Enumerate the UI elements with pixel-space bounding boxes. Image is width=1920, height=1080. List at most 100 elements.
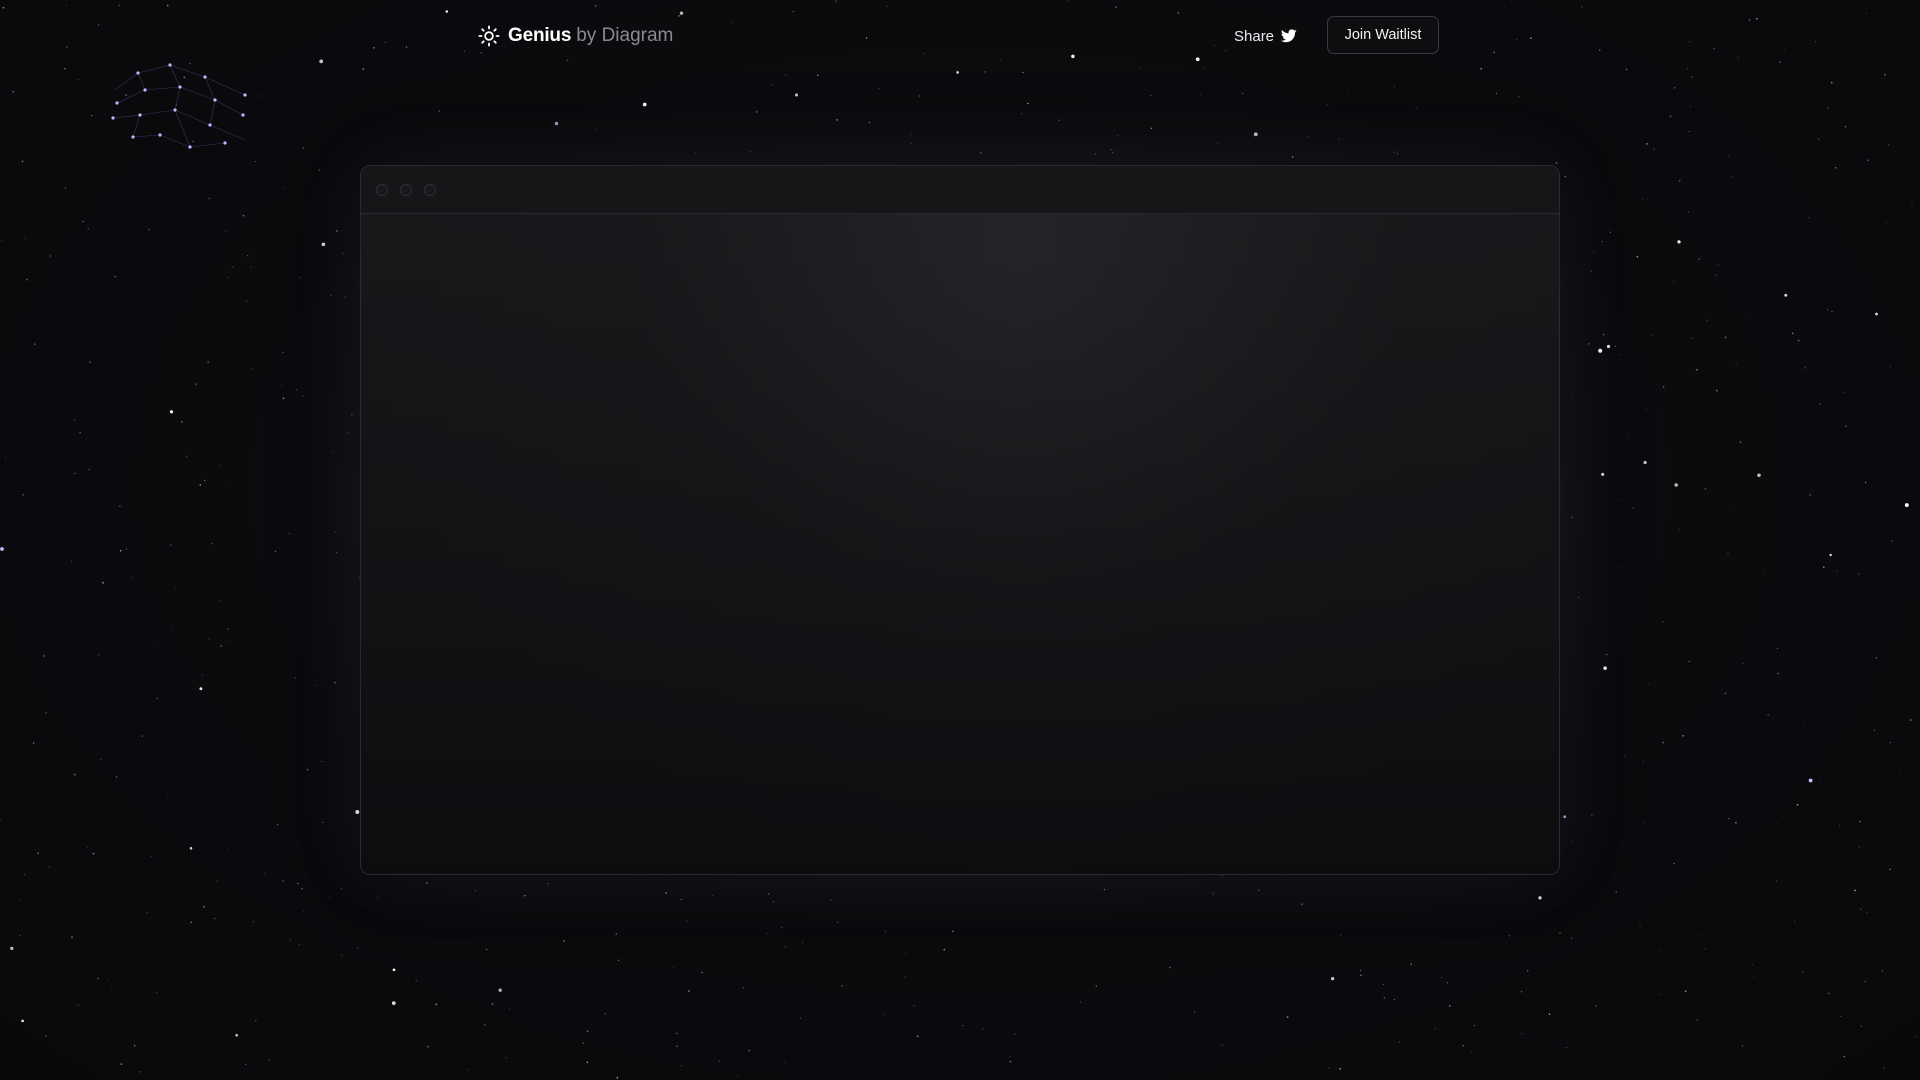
star: [1843, 1055, 1846, 1058]
star: [1915, 1036, 1917, 1038]
star: [1715, 389, 1718, 392]
star: [1674, 483, 1678, 487]
star: [1084, 907, 1086, 909]
star: [151, 855, 153, 857]
star: [904, 976, 906, 978]
star: [199, 687, 203, 691]
star: [321, 242, 326, 247]
share-twitter-link[interactable]: Share: [1234, 24, 1297, 48]
star: [1620, 354, 1622, 356]
star: [801, 941, 804, 944]
star: [295, 388, 298, 391]
star: [1103, 889, 1105, 891]
star: [1009, 1056, 1011, 1058]
window-minimize-button[interactable]: [400, 183, 412, 196]
join-waitlist-button[interactable]: Join Waitlist: [1327, 16, 1439, 54]
star: [505, 1056, 507, 1059]
star: [264, 872, 266, 875]
star: [1860, 1025, 1862, 1027]
star: [1802, 722, 1804, 724]
star: [306, 768, 309, 771]
star: [1784, 293, 1788, 297]
star: [1823, 566, 1825, 568]
star: [1860, 908, 1862, 910]
star: [1110, 148, 1112, 150]
star: [1891, 540, 1893, 542]
star: [282, 351, 284, 354]
star: [1782, 815, 1784, 817]
star: [214, 917, 216, 920]
star: [1646, 409, 1648, 411]
star: [1704, 488, 1707, 490]
star: [225, 483, 227, 485]
star: [426, 882, 428, 885]
star: [336, 230, 338, 232]
brand-logo-link[interactable]: Genius by Diagram: [478, 22, 673, 50]
star: [882, 1013, 884, 1016]
window-maximize-button[interactable]: [424, 183, 436, 196]
star: [282, 880, 285, 882]
star: [1889, 741, 1892, 744]
star: [317, 543, 319, 545]
star: [1741, 1045, 1744, 1047]
star: [1410, 963, 1412, 966]
star: [1508, 935, 1511, 937]
star: [1058, 119, 1060, 121]
star: [322, 579, 324, 581]
star: [680, 1065, 682, 1067]
star: [1717, 264, 1719, 266]
star: [219, 600, 221, 602]
star: [1695, 368, 1698, 371]
star: [344, 296, 347, 298]
star: [294, 677, 296, 679]
star: [1887, 144, 1890, 146]
star: [302, 147, 304, 149]
star: [79, 432, 81, 434]
star: [1578, 596, 1580, 598]
page-background: Genius by Diagram Share Join Waitlist: [0, 0, 1920, 1080]
star: [392, 968, 396, 972]
star: [701, 971, 703, 974]
star: [341, 954, 343, 957]
star: [119, 505, 121, 508]
star: [1632, 507, 1634, 509]
star: [74, 472, 76, 474]
star: [1728, 155, 1730, 157]
star: [1897, 620, 1899, 622]
star: [772, 901, 775, 903]
star: [1150, 94, 1152, 97]
star: [342, 252, 344, 255]
star: [1393, 151, 1396, 153]
star: [321, 1028, 323, 1030]
star: [203, 479, 206, 482]
star: [1739, 441, 1742, 443]
window-close-button[interactable]: [376, 183, 388, 196]
star: [1804, 366, 1807, 369]
star: [133, 1045, 136, 1047]
star: [905, 953, 907, 955]
star: [1590, 270, 1592, 272]
star: [784, 74, 787, 76]
star: [146, 912, 148, 914]
star: [1462, 1044, 1465, 1047]
star: [1898, 770, 1900, 772]
star: [1606, 344, 1611, 349]
star: [227, 628, 229, 630]
star: [1753, 975, 1755, 977]
star: [1393, 999, 1396, 1001]
star: [141, 735, 143, 737]
star: [89, 361, 91, 363]
star: [45, 712, 48, 714]
star: [1886, 221, 1888, 223]
top-navigation: Genius by Diagram Share Join Waitlist: [0, 0, 1920, 72]
star: [282, 397, 285, 400]
star: [328, 896, 331, 898]
star: [1651, 334, 1653, 336]
star: [1199, 93, 1202, 96]
star: [435, 1003, 438, 1006]
star: [216, 880, 218, 882]
star: [329, 519, 331, 521]
star: [1286, 1016, 1289, 1018]
star: [1884, 73, 1886, 76]
star: [1571, 937, 1573, 939]
